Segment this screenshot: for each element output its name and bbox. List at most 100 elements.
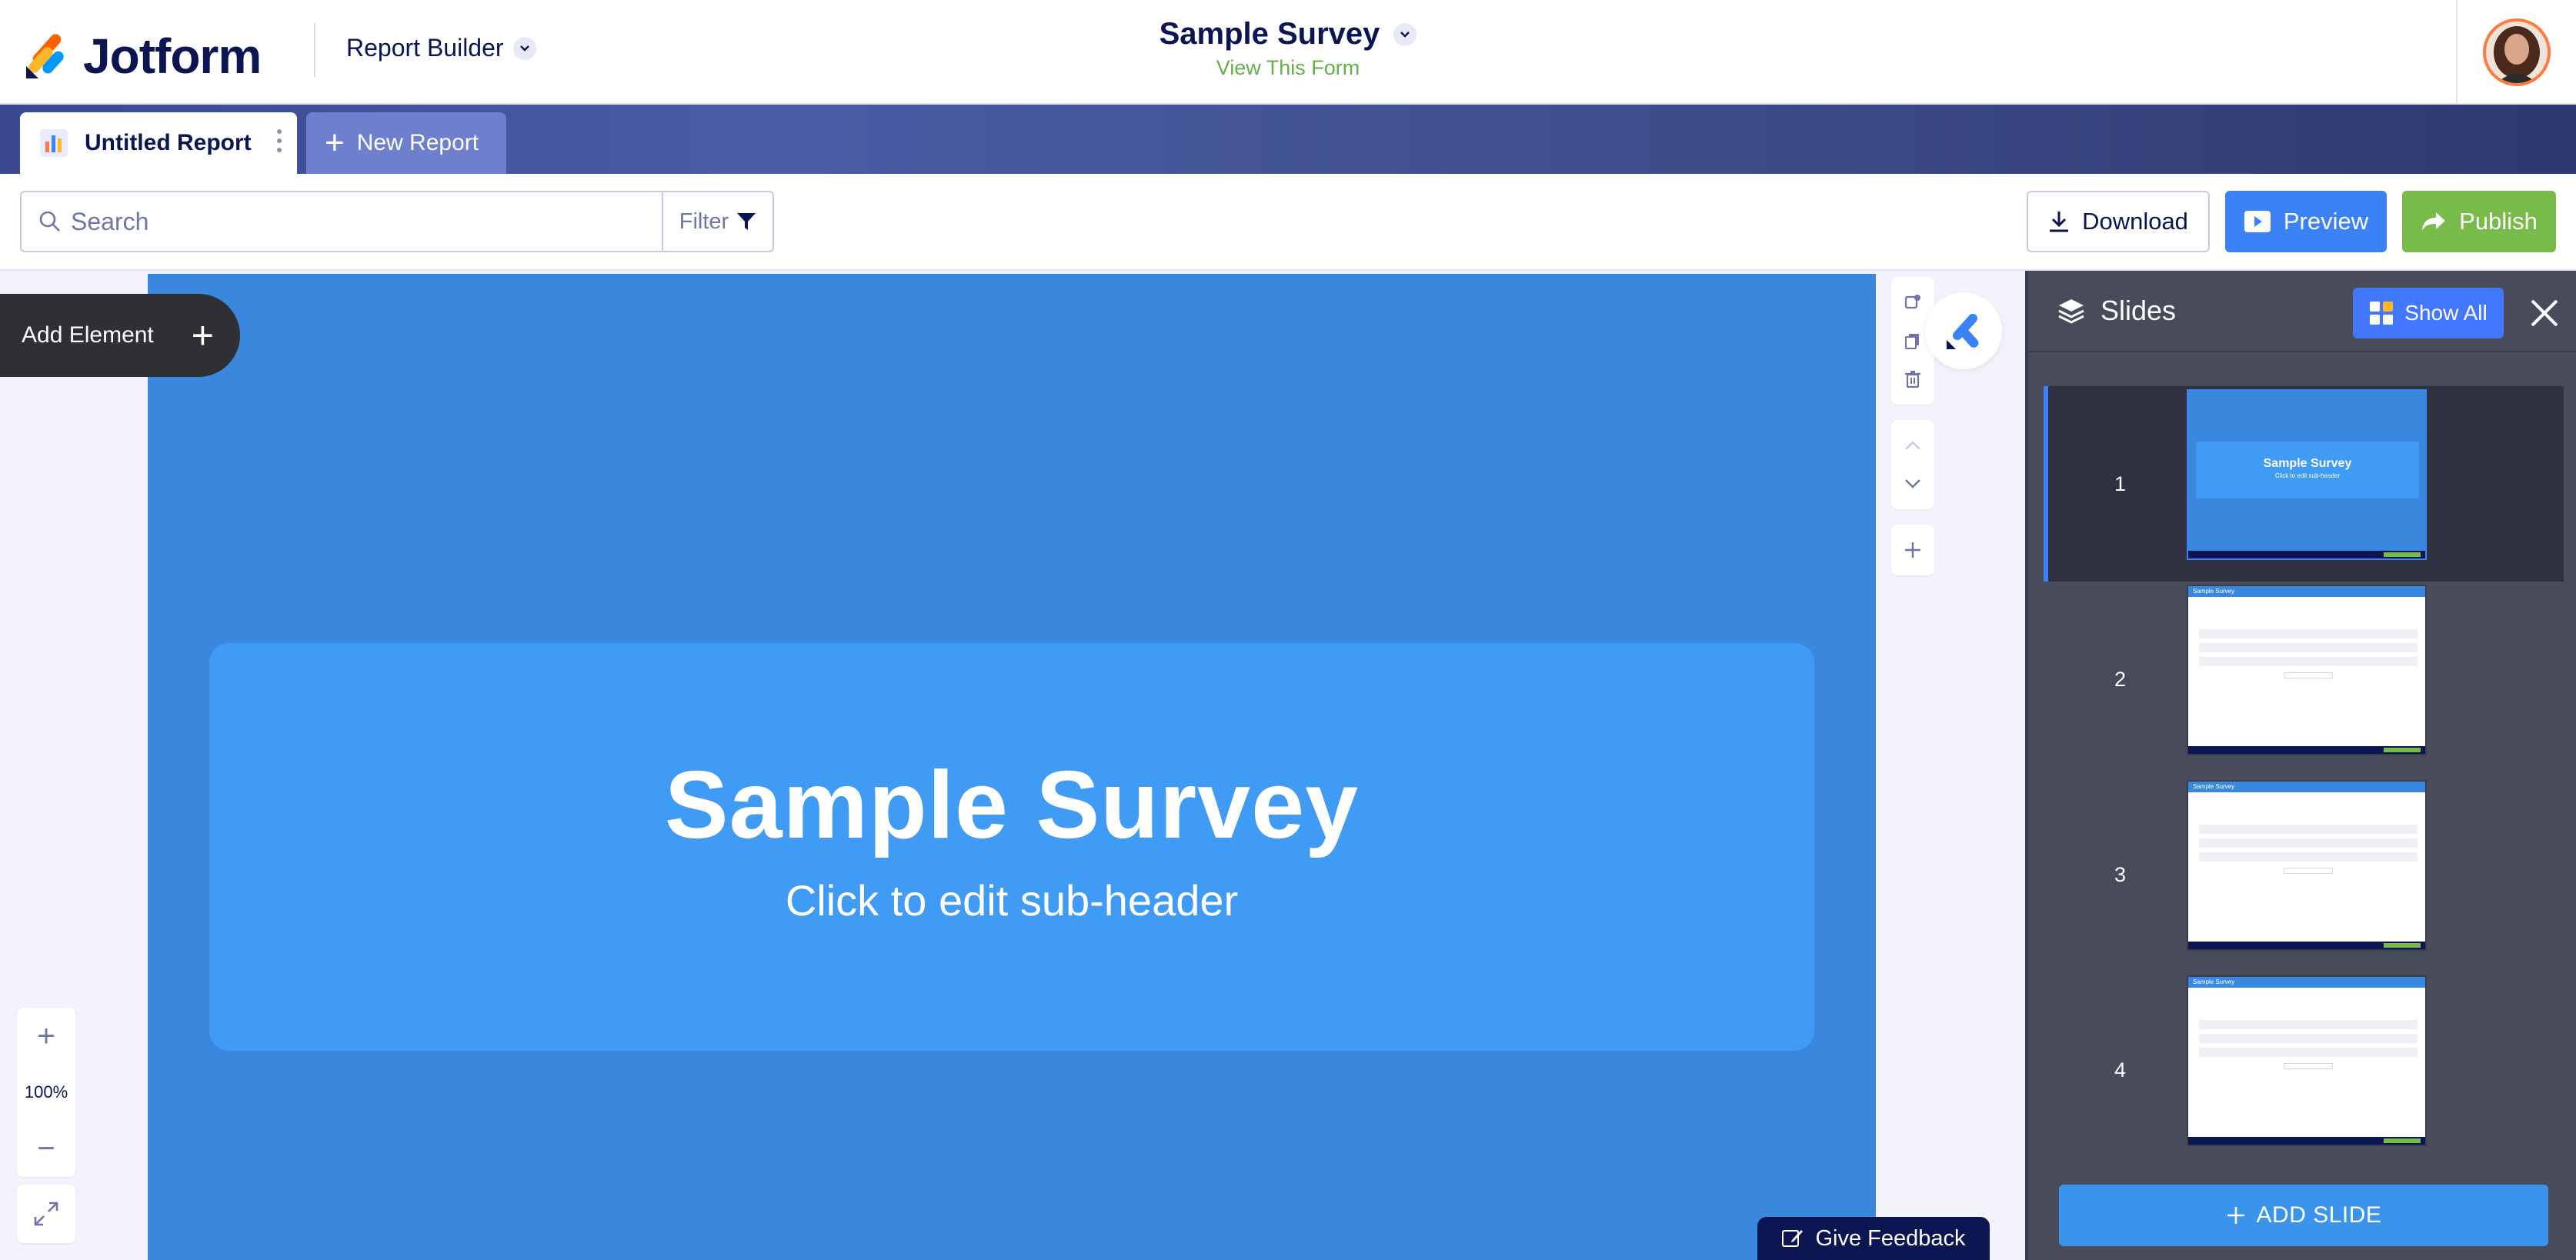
app-switcher[interactable]: Report Builder: [346, 34, 536, 62]
close-panel-button[interactable]: [2525, 294, 2564, 332]
toolbar: Filter Download Preview Publish: [0, 174, 2576, 271]
filter-label: Filter: [679, 208, 729, 234]
preview-button[interactable]: Preview: [2225, 191, 2387, 252]
new-report-button[interactable]: + New Report: [306, 112, 506, 174]
publish-button[interactable]: Publish: [2402, 191, 2556, 252]
slide-thumbnail[interactable]: Sample Survey: [2187, 975, 2427, 1146]
fullscreen-button[interactable]: [17, 1185, 75, 1243]
copy-icon: [1905, 334, 1919, 349]
add-slide-label: ADD SLIDE: [2256, 1202, 2382, 1228]
view-form-link[interactable]: View This Form: [1077, 56, 1499, 80]
slide-number: 2: [2114, 667, 2127, 691]
slide-canvas[interactable]: Sample Survey Click to edit sub-header: [148, 274, 1876, 1260]
slide-thumbnail-item[interactable]: 4 Sample Survey: [2028, 972, 2576, 1168]
thumb-footer: [2188, 551, 2425, 558]
slide-settings-button[interactable]: [1896, 283, 1930, 322]
thumb-row: [2199, 629, 2418, 638]
report-tab-bar: Untitled Report + New Report: [0, 105, 2576, 174]
app-switcher-label: Report Builder: [346, 34, 504, 62]
add-slide-group: [1891, 525, 1934, 575]
search-icon: [38, 210, 62, 233]
search-input[interactable]: [62, 192, 662, 251]
thumb-row: [2199, 1020, 2418, 1029]
zoom-control: + 100% −: [17, 1008, 75, 1177]
thumb-row: [2199, 838, 2418, 848]
add-slide-button[interactable]: ADD SLIDE: [2059, 1185, 2548, 1246]
download-icon: [2050, 212, 2069, 232]
form-title: Sample Survey: [1159, 17, 1380, 51]
jotform-assistant-button[interactable]: [1925, 292, 2002, 369]
thumb-button: [2284, 868, 2333, 874]
tab-untitled-report[interactable]: Untitled Report: [20, 112, 297, 174]
zoom-in-button[interactable]: +: [23, 1015, 69, 1057]
top-bar: Jotform Report Builder Sample Survey Vie…: [0, 0, 2576, 105]
thumb-button: [2284, 1063, 2333, 1069]
add-element-button[interactable]: Add Element +: [0, 294, 240, 377]
expand-icon: [34, 1202, 58, 1226]
thumb-subheader: Click to edit sub-header: [2274, 472, 2341, 479]
thumb-row: [2199, 1034, 2418, 1043]
delete-slide-button[interactable]: [1896, 360, 1930, 398]
jotform-mark-icon: [1947, 313, 1979, 349]
thumb-header-box: Sample Survey Click to edit sub-header: [2196, 442, 2419, 498]
add-slide-inline-button[interactable]: [1896, 531, 1930, 569]
jotform-logo[interactable]: Jotform: [25, 28, 262, 85]
zoom-level: 100%: [24, 1082, 68, 1102]
download-label: Download: [2082, 208, 2188, 235]
tab-options-icon[interactable]: [277, 129, 282, 152]
slide-thumbnail[interactable]: Sample Survey Click to edit sub-header: [2187, 389, 2427, 560]
chevron-up-icon: [1905, 441, 1920, 450]
thumb-row: [2199, 1048, 2418, 1057]
trash-icon: [1905, 371, 1920, 388]
slides-panel-header: Slides Show All: [2028, 271, 2576, 352]
new-report-label: New Report: [356, 130, 479, 155]
slide-thumbnail[interactable]: Sample Survey: [2187, 780, 2427, 951]
move-slide-up-button[interactable]: [1896, 426, 1930, 465]
avatar[interactable]: [2483, 18, 2551, 86]
jotform-logo-icon: [26, 34, 64, 78]
filter-button[interactable]: Filter: [662, 192, 772, 251]
slide-thumbnail-item[interactable]: 1 Sample Survey Click to edit sub-header: [2044, 386, 2564, 582]
add-element-label: Add Element: [22, 322, 154, 348]
search-box: Filter: [20, 191, 774, 252]
slide-number: 1: [2114, 472, 2127, 495]
slide-thumbnail-item[interactable]: 3 Sample Survey: [2028, 777, 2576, 972]
grid-icon: [2370, 302, 2394, 325]
plus-icon: +: [325, 124, 345, 162]
chevron-down-icon: [1905, 479, 1920, 488]
show-all-button[interactable]: Show All: [2353, 288, 2504, 338]
slide-subheader[interactable]: Click to edit sub-header: [209, 875, 1814, 925]
slide-thumbnail-item[interactable]: 2 Sample Survey: [2028, 582, 2576, 777]
close-icon: [2531, 299, 2558, 327]
plus-icon: [1905, 542, 1920, 558]
plus-icon: [2227, 1207, 2244, 1224]
tab-label: Untitled Report: [85, 130, 252, 155]
play-icon: [2244, 211, 2271, 232]
show-all-label: Show All: [2404, 301, 2488, 325]
thumb-row: [2199, 643, 2418, 652]
thumb-header: Sample Survey: [2188, 586, 2425, 597]
form-title-dropdown[interactable]: Sample Survey: [1160, 17, 1417, 52]
give-feedback-button[interactable]: Give Feedback: [1757, 1217, 1990, 1260]
move-slide-down-button[interactable]: [1896, 465, 1930, 503]
zoom-out-button[interactable]: −: [23, 1128, 69, 1169]
slide-header-element[interactable]: Sample Survey Click to edit sub-header: [209, 643, 1814, 1051]
share-arrow-icon: [2422, 212, 2446, 231]
preview-label: Preview: [2283, 208, 2369, 235]
thumb-footer: [2188, 746, 2425, 754]
feedback-edit-icon: [1782, 1230, 1804, 1247]
thumb-row: [2199, 852, 2418, 862]
user-menu[interactable]: [2456, 0, 2576, 105]
topbar-divider: [314, 23, 315, 77]
layers-icon: [2058, 299, 2084, 324]
thumb-header: Sample Survey: [2188, 782, 2425, 792]
slide-thumbnail[interactable]: Sample Survey: [2187, 585, 2427, 755]
slide-title[interactable]: Sample Survey: [209, 751, 1814, 860]
slides-panel-title: Slides: [2101, 295, 2177, 326]
slide-number: 4: [2114, 1058, 2127, 1082]
thumb-header: Sample Survey: [2188, 977, 2425, 988]
thumb-button: [2284, 672, 2333, 678]
download-button[interactable]: Download: [2027, 191, 2210, 252]
slide-number: 3: [2114, 862, 2127, 886]
plus-icon: +: [191, 314, 214, 357]
